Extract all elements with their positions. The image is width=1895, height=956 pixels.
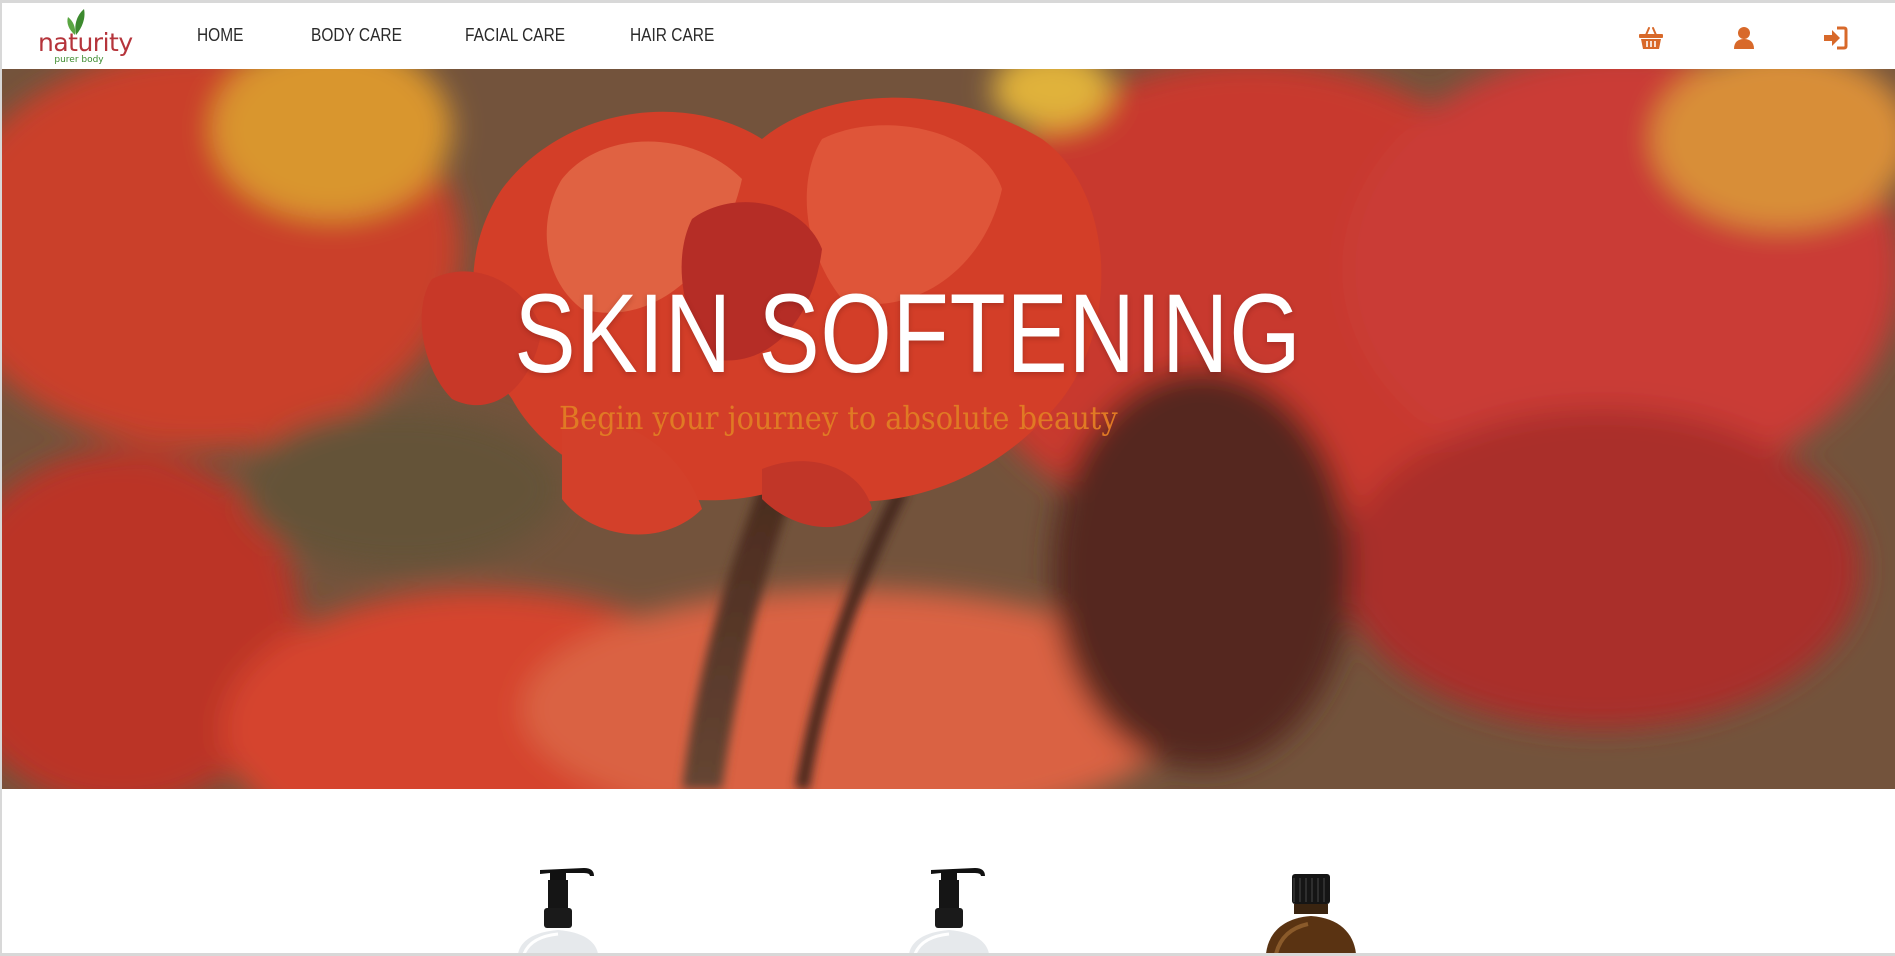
product-amber-dropper-bottle[interactable]: [1256, 872, 1366, 953]
nav-home[interactable]: HOME: [197, 25, 243, 46]
hero-subtitle: Begin your journey to absolute beauty: [559, 399, 1118, 437]
basket-icon[interactable]: [1638, 25, 1664, 51]
nav-hair-care[interactable]: HAIR CARE: [630, 25, 714, 46]
nav-facial-care[interactable]: FACIAL CARE: [465, 25, 565, 46]
brand-tagline: purer body: [54, 55, 104, 65]
hero-title: SKIN SOFTENING: [514, 271, 1302, 396]
user-icon[interactable]: [1731, 25, 1757, 51]
hero-banner: SKIN SOFTENING Begin your journey to abs…: [2, 69, 1895, 789]
product-pump-bottle-1[interactable]: [504, 862, 614, 953]
site-header: naturity purer body HOME BODY CARE FACIA…: [2, 3, 1895, 70]
brand-logo[interactable]: naturity purer body: [38, 8, 133, 65]
products-section: [2, 789, 1895, 953]
brand-name: naturity: [38, 28, 133, 57]
nav-body-care[interactable]: BODY CARE: [311, 25, 402, 46]
product-pump-bottle-2[interactable]: [895, 862, 1005, 953]
sign-in-icon[interactable]: [1822, 25, 1848, 51]
